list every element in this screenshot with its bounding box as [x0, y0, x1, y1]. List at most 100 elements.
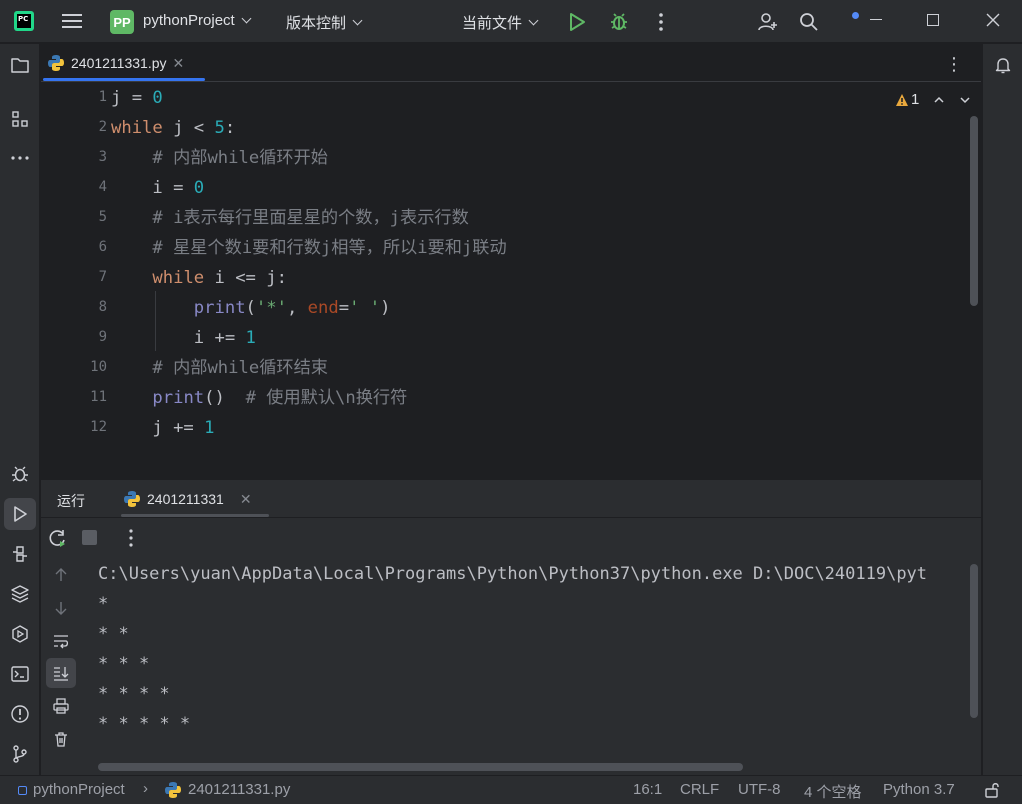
terminal-icon[interactable] [10, 664, 30, 684]
breadcrumb-project[interactable]: pythonProject [33, 781, 125, 798]
code-line: i = 0 [111, 178, 205, 198]
line-separator[interactable]: CRLF [680, 781, 719, 798]
inspection-widget[interactable]: 1 [895, 91, 971, 108]
warning-count: 1 [911, 91, 920, 108]
editor-tab[interactable]: 2401211331.py ✕ [41, 44, 207, 82]
code-line: # i表示每行里面星星的个数，j表示行数 [111, 208, 469, 228]
right-tool-strip [982, 44, 1022, 775]
services-icon[interactable] [10, 624, 30, 644]
close-window-button[interactable] [985, 12, 1001, 28]
soft-wrap-icon[interactable] [52, 632, 70, 650]
code-line: print() # 使用默认\n换行符 [152, 388, 408, 408]
project-folder-icon[interactable] [10, 55, 30, 75]
module-icon [18, 786, 27, 795]
minimize-button[interactable] [870, 10, 884, 30]
chevron-up-icon[interactable] [933, 94, 945, 106]
run-panel-title: 运行 [57, 493, 85, 509]
search-button[interactable] [799, 12, 819, 32]
line-number: 3 [98, 149, 107, 165]
line-number: 6 [98, 239, 107, 255]
debug-button[interactable] [608, 11, 630, 33]
stop-icon[interactable] [82, 530, 97, 545]
run-tab-label: 2401211331 [147, 491, 224, 507]
search-icon [800, 13, 818, 31]
vcs-label: 版本控制 [286, 15, 347, 32]
active-tab-indicator [43, 78, 205, 81]
trash-icon[interactable] [52, 730, 70, 748]
unlock-icon[interactable] [983, 781, 1001, 799]
rerun-icon[interactable] [48, 528, 68, 548]
breadcrumb-file[interactable]: 2401211331.py [188, 781, 290, 798]
notifications-bell-icon[interactable] [993, 55, 1013, 75]
more-vertical-icon[interactable] [125, 528, 137, 548]
chevron-down-icon[interactable] [959, 94, 971, 106]
run-tab-indicator [121, 514, 269, 517]
indent-setting[interactable]: 4 个空格 [804, 781, 862, 802]
close-tab-icon[interactable]: ✕ [173, 55, 185, 72]
code-line: while j < 5: [111, 118, 236, 138]
line-number: 4 [98, 179, 107, 195]
editor-tab-bar: 2401211331.py ✕ ⋮ [41, 44, 981, 82]
left-tool-strip [0, 44, 40, 775]
tab-actions-icon[interactable]: ⋮ [945, 54, 963, 75]
pycharm-logo-icon[interactable]: PC [14, 11, 34, 31]
line-number: 8 [98, 299, 107, 315]
python-console-icon[interactable] [10, 544, 30, 564]
line-number: 2 [98, 119, 107, 135]
file-encoding[interactable]: UTF-8 [738, 781, 781, 798]
main-menu-icon[interactable] [60, 11, 84, 31]
code-editor[interactable]: 1 2 3 4 5 6 7 8 9 10 11 12 j = 0 while j… [41, 83, 981, 447]
problems-icon[interactable] [10, 704, 30, 724]
console-horizontal-scrollbar[interactable] [98, 763, 743, 771]
debug-tool-icon[interactable] [10, 464, 30, 484]
structure-icon[interactable] [10, 109, 30, 129]
code-line: i += 1 [111, 328, 256, 348]
editor-tab-label: 2401211331.py [71, 55, 167, 71]
console-line: * * * * * [98, 714, 191, 734]
code-line: # 星星个数i要和行数j相等，所以i要和j联动 [111, 238, 507, 258]
code-line: j += 1 [111, 418, 215, 438]
chevron-down-icon [352, 15, 363, 26]
run-tool-icon[interactable] [10, 504, 30, 524]
more-tools-icon[interactable] [10, 148, 30, 168]
add-user-button[interactable] [757, 12, 779, 32]
run-tab[interactable]: 2401211331 ✕ [121, 480, 269, 518]
project-badge[interactable]: PP [110, 10, 134, 34]
console-vertical-scrollbar[interactable] [970, 564, 978, 718]
chevron-down-icon [528, 15, 539, 26]
run-toolbar [41, 518, 981, 558]
arrow-down-icon[interactable] [52, 599, 70, 617]
arrow-up-icon[interactable] [52, 566, 70, 584]
run-icon [570, 13, 585, 31]
vcs-widget[interactable]: 版本控制 [286, 12, 363, 33]
code-line: # 内部while循环开始 [111, 148, 328, 168]
breadcrumb-separator-icon: › [143, 780, 148, 797]
close-icon [986, 13, 1000, 27]
title-bar: PC PP pythonProject 版本控制 当前文件 [0, 0, 1022, 43]
run-config-label: 当前文件 [462, 15, 523, 32]
run-button[interactable] [567, 12, 587, 32]
code-line: while i <= j: [152, 268, 287, 288]
line-number: 11 [90, 389, 107, 405]
git-icon[interactable] [10, 744, 30, 764]
console-line: * [98, 594, 109, 614]
maximize-button[interactable] [927, 14, 939, 26]
project-widget[interactable]: pythonProject [143, 12, 252, 29]
code-line: print('*', end=' ') [193, 298, 391, 318]
python-interpreter[interactable]: Python 3.7 [883, 781, 955, 798]
print-icon[interactable] [52, 697, 70, 715]
console-line: * * * * [98, 684, 170, 704]
python-packages-icon[interactable] [10, 584, 30, 604]
close-tab-icon[interactable]: ✕ [240, 491, 252, 508]
more-actions-button[interactable] [655, 12, 667, 32]
console-output[interactable]: C:\Users\yuan\AppData\Local\Programs\Pyt… [81, 558, 981, 775]
console-line: * * [98, 624, 129, 644]
chevron-down-icon [241, 13, 252, 24]
caret-position[interactable]: 16:1 [633, 781, 662, 798]
editor-scrollbar[interactable] [970, 116, 978, 306]
run-config-selector[interactable]: 当前文件 [462, 12, 539, 33]
scroll-to-end-icon[interactable] [52, 664, 70, 682]
bug-icon [611, 13, 627, 30]
line-number: 10 [90, 359, 107, 375]
python-file-icon [165, 782, 181, 798]
